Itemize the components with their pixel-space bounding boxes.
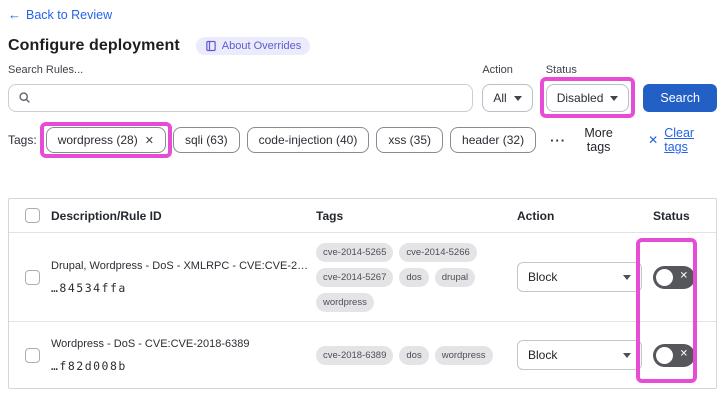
about-overrides-badge[interactable]: About Overrides: [195, 37, 311, 55]
toggle-knob: [656, 268, 673, 286]
rule-tag: cve-2014-5265: [316, 242, 394, 262]
search-icon: [18, 91, 31, 109]
table-header-row: Description/Rule ID Tags Action Status: [9, 199, 716, 233]
clear-tags-icon: ✕: [648, 133, 659, 147]
chevron-down-icon: [610, 95, 619, 101]
rule-tag: wordpress: [434, 345, 493, 365]
toggle-off-icon: ✕: [679, 348, 688, 360]
status-toggle[interactable]: ✕: [653, 343, 695, 367]
configure-deployment-page: ← Back to Review Configure deployment Ab…: [0, 0, 725, 406]
rule-description: Wordpress - DoS - CVE:CVE-2018-6389: [51, 337, 250, 350]
more-tags-label: More tags: [584, 126, 613, 154]
rule-tag: cve-2018-6389: [316, 345, 394, 365]
page-title: Configure deployment: [8, 37, 180, 54]
action-select-value: Block: [528, 270, 558, 284]
rule-tags-cell: cve-2014-5265 cve-2014-5266 cve-2014-526…: [308, 242, 509, 312]
tag-filter-code-injection[interactable]: code-injection (40): [246, 127, 370, 153]
status-filter-value: Disabled: [556, 91, 604, 105]
ellipsis-icon: ···: [550, 132, 567, 148]
column-header-status: Status: [653, 208, 690, 223]
row-checkbox[interactable]: [25, 347, 40, 363]
search-rules-label: Search Rules...: [8, 64, 84, 76]
action-filter-label: Action: [482, 64, 513, 76]
tags-filter-bar: Tags: wordpress (28) ✕ sqli (63) code-in…: [8, 122, 717, 158]
about-overrides-label: About Overrides: [221, 40, 302, 52]
filter-controls: Search Rules... Action All Status Disabl…: [8, 64, 717, 118]
status-filter-dropdown[interactable]: Disabled: [545, 84, 630, 112]
chevron-down-icon: [513, 95, 522, 101]
more-tags-button[interactable]: ··· More tags: [550, 126, 624, 154]
toggle-off-icon: ✕: [679, 270, 688, 282]
rule-tag: wordpress: [316, 292, 374, 312]
page-header: Configure deployment About Overrides: [8, 37, 717, 55]
chevron-down-icon: [623, 352, 631, 358]
search-box: [8, 84, 474, 112]
rule-tag: dos: [399, 267, 429, 287]
table-row: Wordpress - DoS - CVE:CVE-2018-6389 …f82…: [9, 322, 716, 388]
action-filter-dropdown[interactable]: All: [482, 84, 533, 112]
column-header-action: Action: [517, 208, 555, 223]
rule-tags-cell: cve-2018-6389 dos wordpress: [308, 345, 509, 365]
back-arrow-icon: ←: [8, 7, 21, 22]
table-row: Drupal, Wordpress - DoS - XMLRPC - CVE:C…: [9, 233, 716, 322]
rule-tag: dos: [399, 345, 429, 365]
rule-tag: drupal: [434, 267, 476, 287]
tag-filter-sqli[interactable]: sqli (63): [172, 127, 240, 153]
rule-id: …f82d008b: [51, 358, 127, 373]
search-input[interactable]: [8, 84, 474, 112]
action-filter-value: All: [493, 91, 507, 105]
remove-tag-icon[interactable]: ✕: [145, 134, 154, 147]
tags-label: Tags:: [8, 133, 37, 147]
column-header-tags: Tags: [316, 208, 344, 223]
tag-filter-xss[interactable]: xss (35): [376, 127, 444, 153]
tag-filter-wordpress-selected[interactable]: wordpress (28) ✕: [45, 127, 166, 153]
search-button[interactable]: Search: [643, 84, 717, 112]
rules-table: Description/Rule ID Tags Action Status D…: [8, 198, 717, 389]
back-link-label: Back to Review: [26, 7, 113, 22]
status-toggle[interactable]: ✕: [653, 265, 695, 289]
book-icon: [205, 40, 217, 52]
toggle-knob: [656, 346, 673, 364]
tag-filter-header[interactable]: header (32): [450, 127, 537, 153]
tag-filter-label: wordpress (28): [57, 133, 138, 147]
action-select-value: Block: [528, 348, 558, 362]
rule-tag: cve-2014-5266: [399, 242, 477, 262]
chevron-down-icon: [623, 274, 631, 280]
rule-tag: cve-2014-5267: [316, 267, 394, 287]
rule-id: …84534ffa: [51, 280, 127, 295]
status-filter-label: Status: [545, 64, 577, 76]
row-checkbox[interactable]: [25, 269, 40, 285]
clear-tags-label: Clear tags: [664, 126, 695, 154]
rule-description-cell: Drupal, Wordpress - DoS - XMLRPC - CVE:C…: [51, 260, 308, 295]
select-all-checkbox[interactable]: [25, 208, 40, 223]
action-select[interactable]: Block: [517, 262, 642, 292]
action-select[interactable]: Block: [517, 340, 642, 370]
rule-description-cell: Wordpress - DoS - CVE:CVE-2018-6389 …f82…: [51, 338, 308, 373]
clear-tags-link[interactable]: ✕ Clear tags: [648, 126, 717, 154]
back-to-review-link[interactable]: ← Back to Review: [8, 7, 112, 22]
column-header-description: Description/Rule ID: [51, 208, 162, 223]
rule-description: Drupal, Wordpress - DoS - XMLRPC - CVE:C…: [51, 259, 308, 272]
